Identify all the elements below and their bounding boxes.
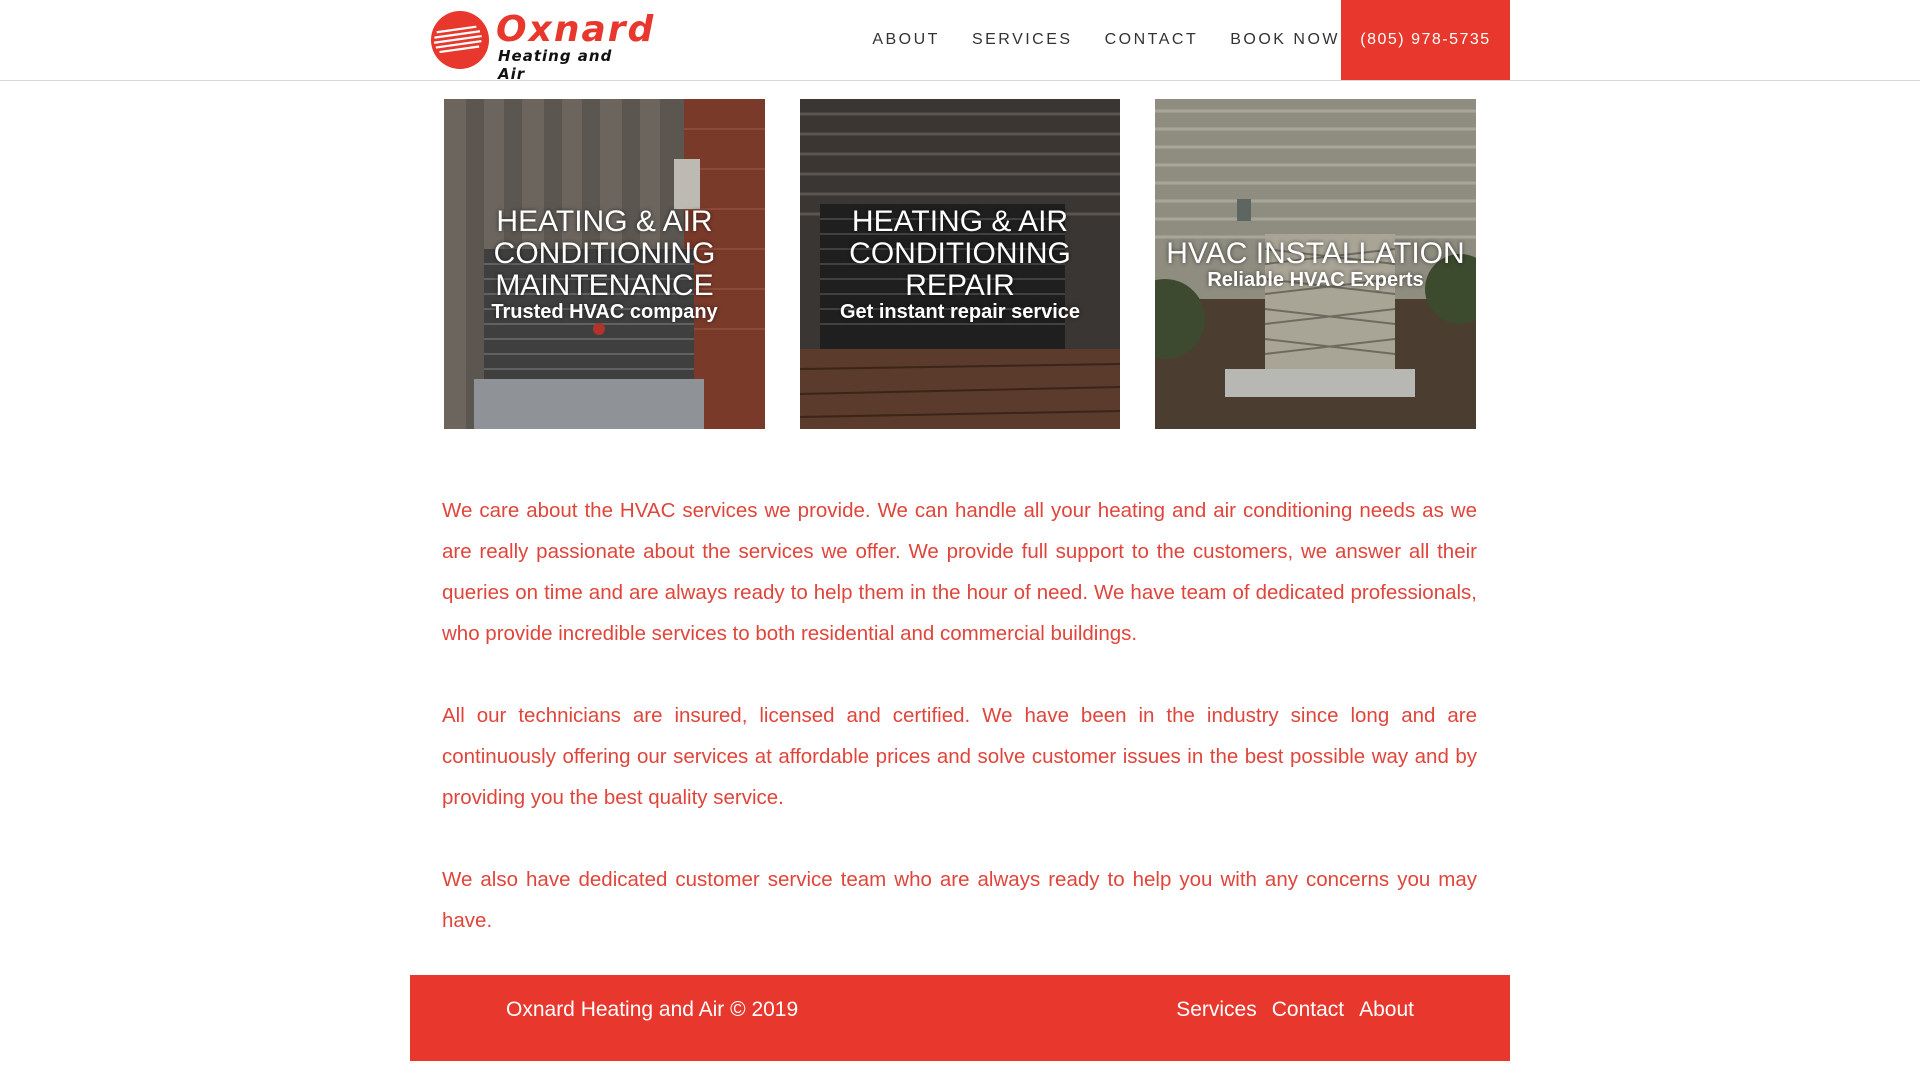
card-subtitle: Reliable HVAC Experts [1207,269,1424,291]
card-subtitle: Trusted HVAC company [491,301,718,323]
site-header: Oxnard Heating and Air ABOUT SERVICES CO… [0,0,1920,83]
paragraph: We care about the HVAC services we provi… [442,499,1477,645]
paragraph: We also have dedicated customer service … [442,868,1477,932]
service-card-maintenance[interactable]: HEATING & AIR CONDITIONING MAINTENANCE T… [444,99,765,429]
service-card-installation[interactable]: HVAC INSTALLATION Reliable HVAC Experts [1155,99,1476,429]
card-title-line: HEATING & AIR [496,205,713,238]
footer-nav: Services Contact About [1161,975,1414,1045]
nav-book-now[interactable]: BOOK NOW [1230,31,1340,49]
logo[interactable]: Oxnard Heating and Air [430,10,653,83]
paragraph: All our technicians are insured, license… [442,704,1477,809]
logo-tagline: Heating and Air [498,47,613,83]
logo-name: Oxnard [496,9,656,50]
card-caption: HEATING & AIR CONDITIONING MAINTENANCE T… [444,206,765,324]
card-title-line: CONDITIONING [849,237,1071,270]
card-title-line: MAINTENANCE [495,269,714,302]
nav-contact[interactable]: CONTACT [1105,31,1199,49]
card-title-line: CONDITIONING [493,237,716,270]
logo-emblem-icon [431,11,489,69]
card-title-line: HVAC INSTALLATION [1166,237,1465,270]
footer-link-contact[interactable]: Contact [1272,998,1344,1022]
card-title-line: REPAIR [905,269,1015,302]
footer-link-services[interactable]: Services [1176,998,1257,1022]
nav-about[interactable]: ABOUT [872,31,940,49]
card-caption: HVAC INSTALLATION Reliable HVAC Experts [1155,238,1476,292]
service-card-repair[interactable]: HEATING & AIR CONDITIONING REPAIR Get in… [800,99,1120,429]
footer-copyright: Oxnard Heating and Air © 2019 [506,998,799,1021]
card-subtitle: Get instant repair service [839,301,1081,323]
phone-button[interactable]: (805) 978-5735 [1341,0,1510,80]
nav-services[interactable]: SERVICES [972,31,1073,49]
main-nav: ABOUT SERVICES CONTACT BOOK NOW [840,0,1340,80]
card-title-line: HEATING & AIR [851,205,1069,238]
card-caption: HEATING & AIR CONDITIONING REPAIR Get in… [800,206,1120,324]
footer-link-about[interactable]: About [1359,998,1414,1022]
site-footer: Oxnard Heating and Air © 2019 Services C… [410,975,1510,1061]
about-text: We care about the HVAC services we provi… [442,490,1477,982]
